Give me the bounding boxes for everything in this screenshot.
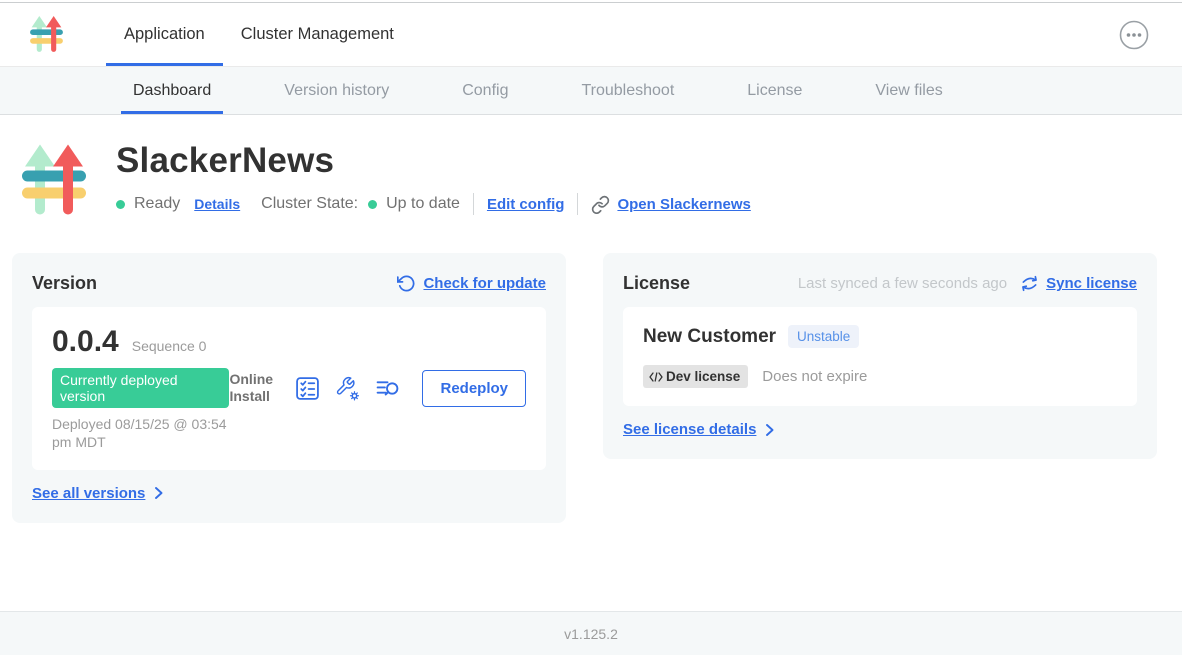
sync-license-link[interactable]: Sync license (1020, 274, 1137, 293)
app-status-dot (116, 200, 125, 209)
dashboard-main: SlackerNews Ready Details Cluster State:… (0, 115, 1182, 611)
tab-application[interactable]: Application (106, 3, 223, 66)
version-card-title: Version (32, 273, 97, 294)
cluster-state-value: Up to date (386, 195, 460, 213)
chevron-right-icon (153, 487, 165, 499)
sync-license-label: Sync license (1046, 275, 1137, 292)
refresh-icon (397, 274, 416, 293)
sync-icon (1020, 274, 1039, 293)
cluster-state-dot (368, 200, 377, 209)
subnav-license[interactable]: License (735, 67, 814, 114)
app-logo-icon (30, 14, 64, 55)
version-card: Version Check for update 0.0.4 Sequ (12, 253, 566, 523)
license-expiry: Does not expire (762, 368, 867, 385)
page-title: SlackerNews (116, 141, 751, 181)
app-hero: SlackerNews Ready Details Cluster State:… (12, 139, 1182, 222)
see-license-details-label: See license details (623, 421, 756, 438)
install-type-label: Online Install (229, 371, 277, 406)
subnav-dashboard-label: Dashboard (133, 82, 211, 100)
header-right (1118, 3, 1182, 66)
see-license-details-link[interactable]: See license details (623, 421, 776, 438)
version-number: 0.0.4 (52, 325, 119, 359)
config-wrench-icon[interactable] (335, 376, 360, 401)
subnav-view-files[interactable]: View files (863, 67, 954, 114)
dashboard-cards: Version Check for update 0.0.4 Sequ (12, 253, 1182, 523)
divider (577, 193, 578, 215)
deployed-badge: Currently deployed version (52, 368, 229, 408)
deployed-timestamp: Deployed 08/15/25 @ 03:54 pm MDT (52, 416, 229, 452)
preflight-checks-icon[interactable] (295, 376, 320, 401)
subnav-config-label: Config (462, 82, 508, 100)
external-link-icon (591, 195, 610, 214)
check-for-update-label: Check for update (423, 275, 546, 292)
divider (473, 193, 474, 215)
subnav-version-history[interactable]: Version history (272, 67, 401, 114)
app-status-text: Ready (134, 195, 180, 213)
license-card: License Last synced a few seconds ago (603, 253, 1157, 459)
license-card-title: License (623, 273, 690, 294)
see-all-versions-label: See all versions (32, 485, 145, 502)
check-for-update-link[interactable]: Check for update (397, 274, 546, 293)
edit-config-link[interactable]: Edit config (487, 196, 565, 213)
app-status-row: Ready Details Cluster State: Up to date … (116, 193, 751, 215)
subnav-view-files-label: View files (875, 82, 942, 100)
subnav-version-history-label: Version history (284, 82, 389, 100)
last-synced-text: Last synced a few seconds ago (798, 275, 1007, 292)
subnav-dashboard[interactable]: Dashboard (121, 67, 223, 114)
header-tabs: Application Cluster Management (106, 3, 412, 66)
deploy-logs-icon[interactable] (375, 376, 400, 401)
tab-cluster-management-label: Cluster Management (241, 25, 394, 44)
current-version-panel: 0.0.4 Sequence 0 Currently deployed vers… (32, 307, 546, 470)
subnav-config[interactable]: Config (450, 67, 520, 114)
version-sequence: Sequence 0 (132, 338, 207, 354)
redeploy-button[interactable]: Redeploy (422, 370, 526, 407)
overflow-menu-button[interactable] (1118, 19, 1150, 51)
customer-name: New Customer (643, 326, 776, 348)
license-type-label: Dev license (666, 369, 740, 384)
chevron-right-icon (764, 424, 776, 436)
footer: v1.125.2 (0, 611, 1182, 655)
app-subnav: Dashboard Version history Config Trouble… (0, 67, 1182, 115)
ellipsis-icon (1118, 19, 1150, 51)
license-type-badge: Dev license (643, 365, 748, 388)
code-icon (649, 372, 663, 382)
slackernews-app-icon (22, 139, 88, 222)
cluster-state-label: Cluster State: (261, 195, 358, 213)
tab-application-label: Application (124, 25, 205, 44)
open-app-link[interactable]: Open Slackernews (591, 195, 750, 214)
see-all-versions-link[interactable]: See all versions (32, 485, 165, 502)
subnav-license-label: License (747, 82, 802, 100)
main-header: Application Cluster Management (0, 3, 1182, 67)
tab-cluster-management[interactable]: Cluster Management (223, 3, 412, 66)
open-app-label: Open Slackernews (617, 196, 750, 213)
subnav-troubleshoot[interactable]: Troubleshoot (569, 67, 686, 114)
channel-badge: Unstable (788, 325, 859, 348)
details-link[interactable]: Details (194, 196, 240, 212)
license-detail-panel: New Customer Unstable Dev license Does n… (623, 307, 1137, 406)
subnav-troubleshoot-label: Troubleshoot (581, 82, 674, 100)
console-version: v1.125.2 (564, 626, 618, 642)
